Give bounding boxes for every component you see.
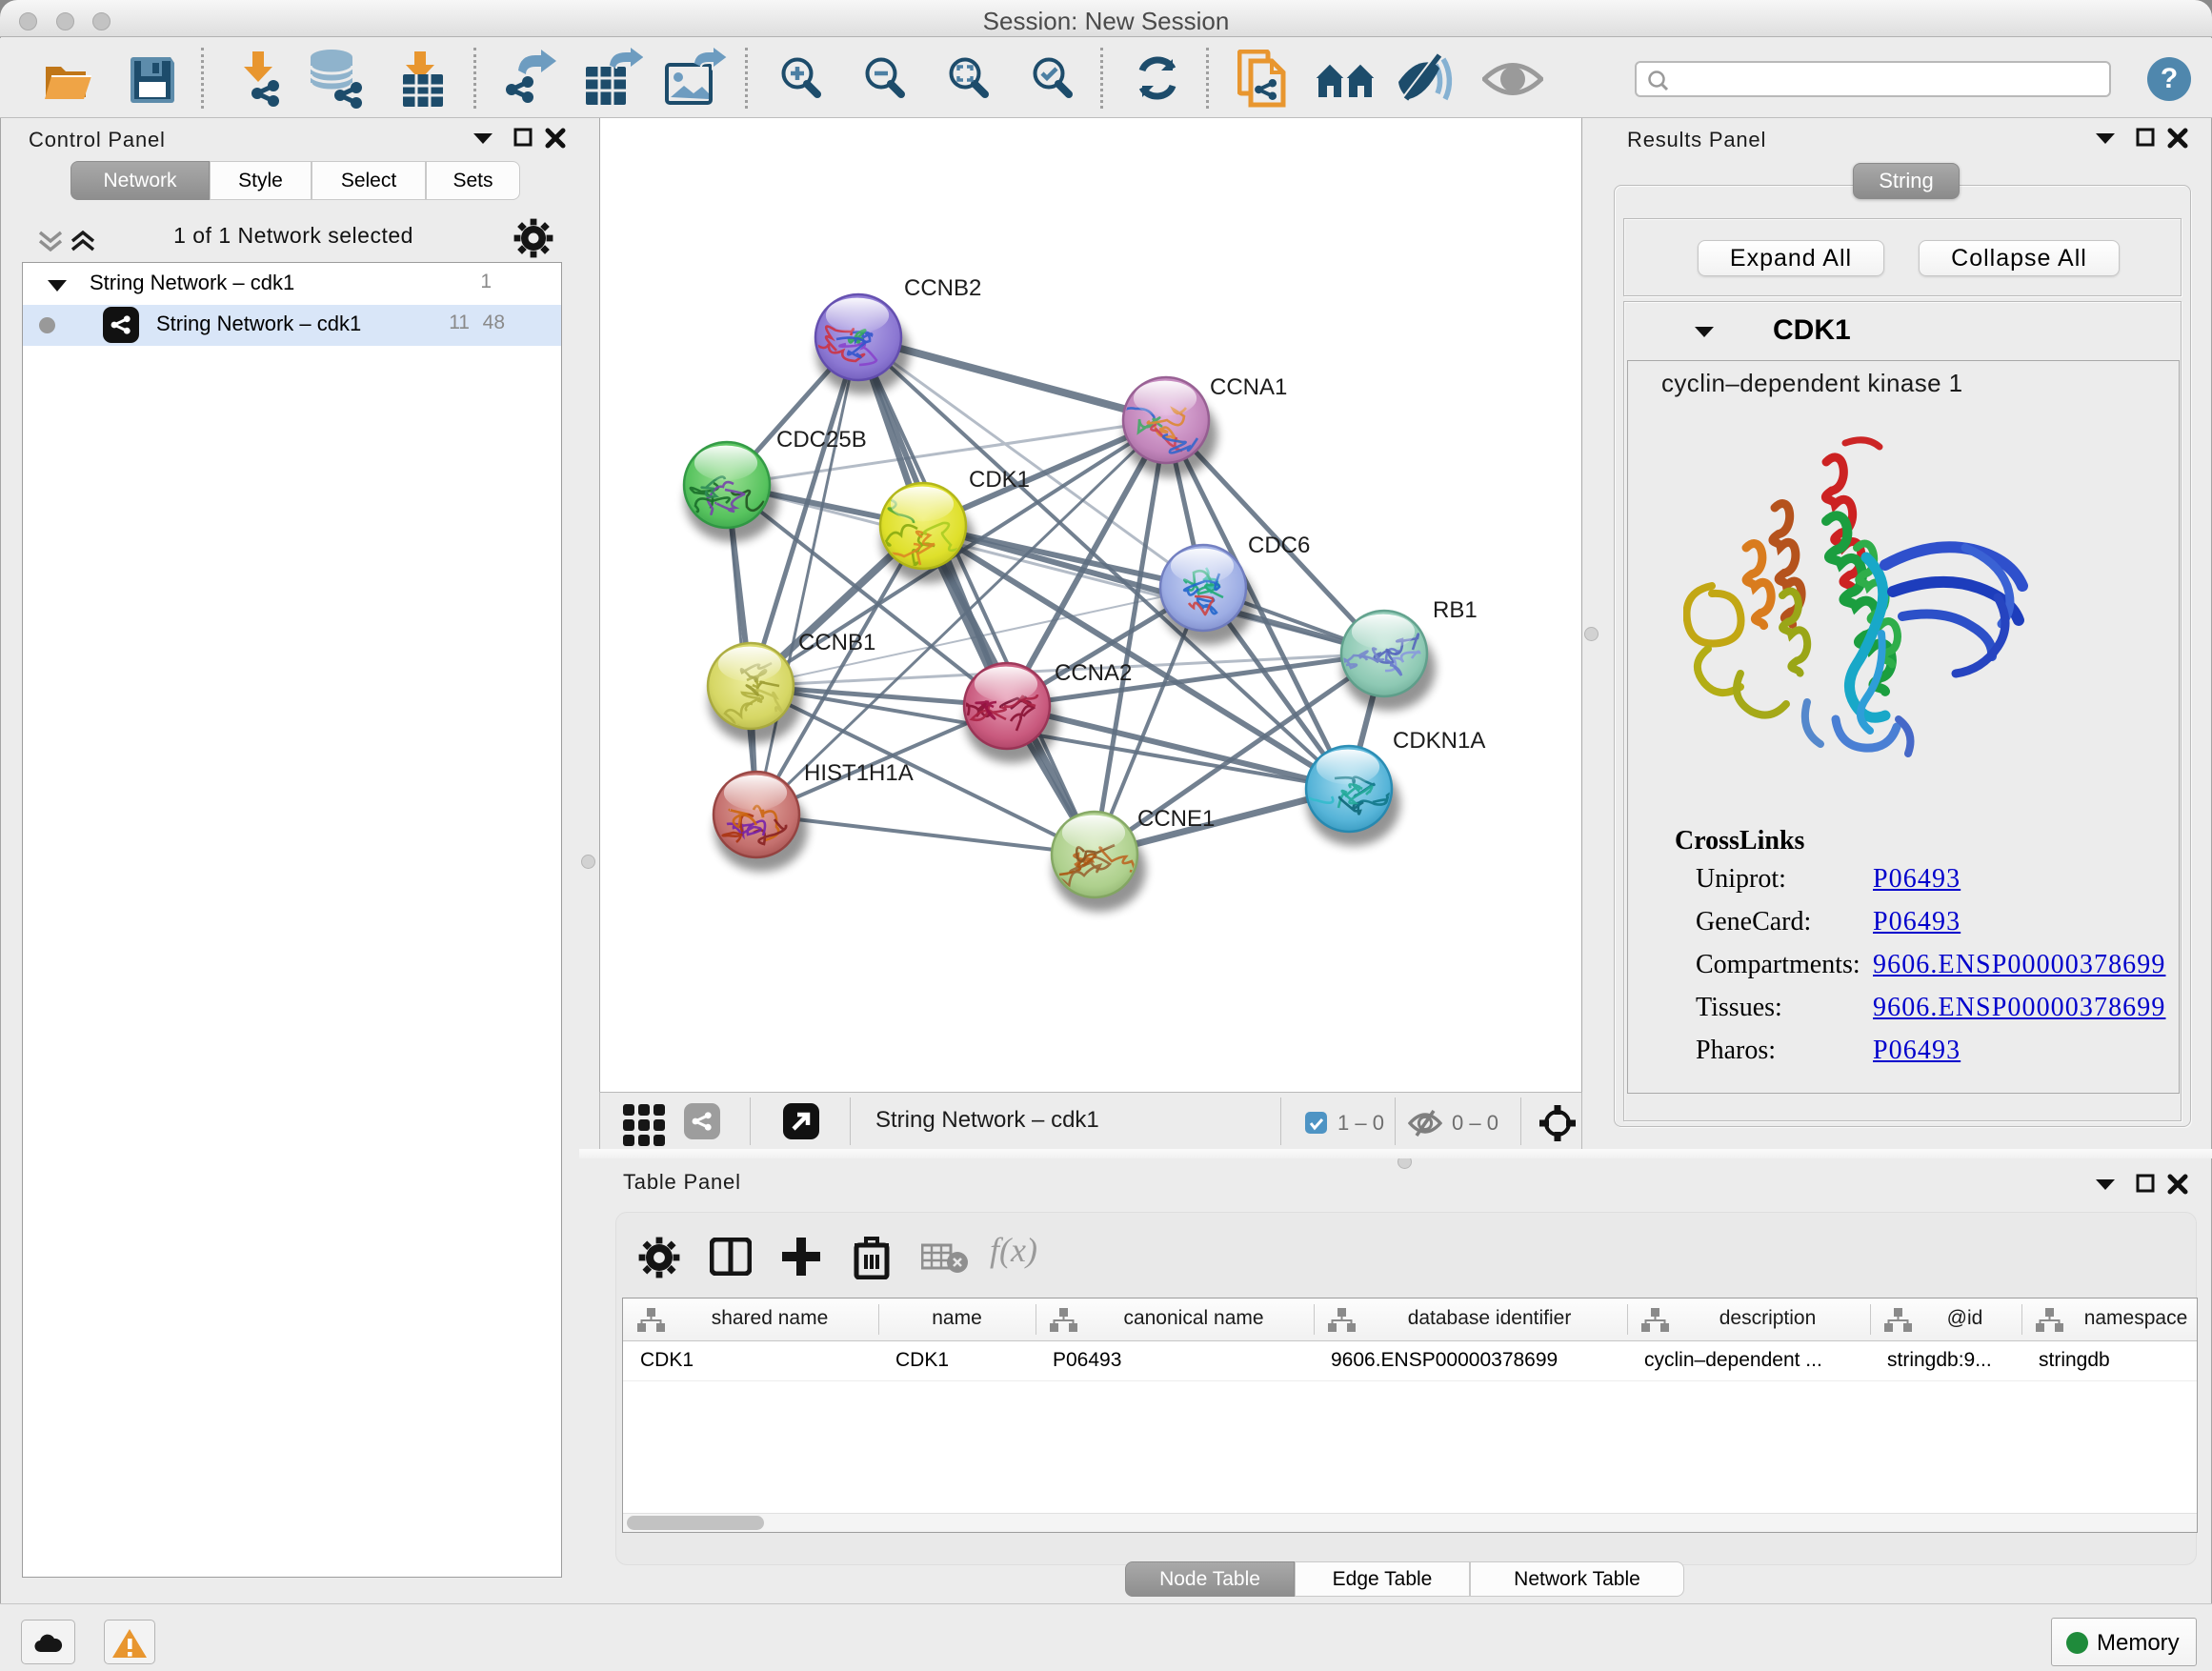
- svg-text:CCNE1: CCNE1: [1137, 806, 1215, 832]
- svg-text:?: ?: [2161, 63, 2178, 94]
- svg-text:CDKN1A: CDKN1A: [1393, 728, 1485, 754]
- svg-text:RB1: RB1: [1433, 597, 1478, 623]
- svg-text:CCNB2: CCNB2: [904, 275, 981, 301]
- svg-text:CCNB1: CCNB1: [798, 630, 875, 655]
- svg-text:CDC6: CDC6: [1248, 533, 1310, 558]
- svg-text:CCNA2: CCNA2: [1055, 660, 1132, 686]
- svg-text:CCNA1: CCNA1: [1210, 374, 1287, 400]
- svg-text:HIST1H1A: HIST1H1A: [804, 760, 914, 786]
- svg-text:CDC25B: CDC25B: [776, 427, 867, 453]
- svg-text:CDK1: CDK1: [969, 467, 1030, 493]
